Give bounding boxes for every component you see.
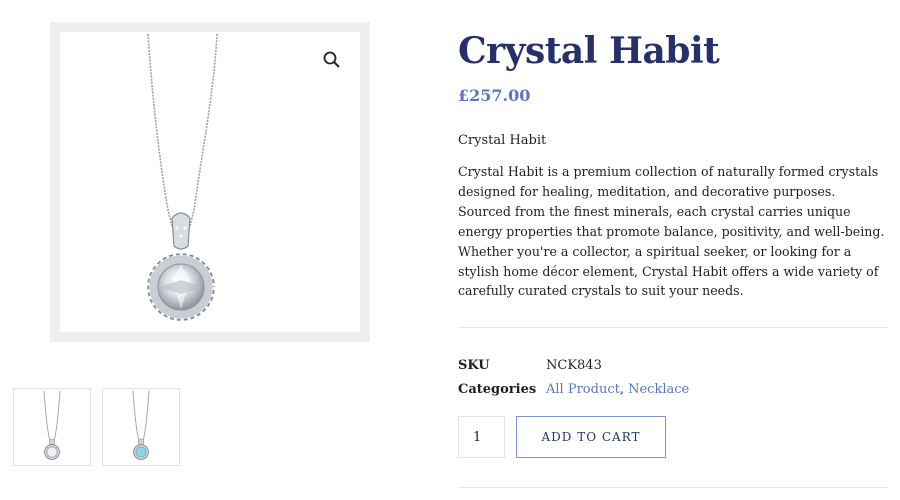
search-icon[interactable] (322, 50, 342, 70)
product-description: Crystal Habit is a premium collection of… (458, 164, 885, 299)
product-short-title: Crystal Habit (458, 133, 547, 148)
sku-value: NCK843 (546, 358, 602, 373)
pendant-necklace-image (146, 33, 218, 322)
quantity-input[interactable] (458, 416, 505, 458)
category-separator: , (619, 382, 629, 397)
add-to-cart-button[interactable]: ADD TO CART (516, 416, 666, 458)
categories-label: Categories (458, 382, 537, 397)
product-price: £257.00 (458, 86, 531, 105)
divider (458, 487, 888, 488)
categories-list: All Product, Necklace (546, 382, 689, 397)
divider (458, 327, 888, 328)
thumbnail-diamond-pendant[interactable] (13, 388, 91, 466)
product-title: Crystal Habit (458, 30, 720, 72)
sku-label: SKU (458, 358, 490, 373)
category-link-necklace[interactable]: Necklace (628, 382, 689, 397)
thumbnail-aquamarine-pendant[interactable] (102, 388, 180, 466)
product-image-frame (50, 22, 370, 342)
product-image[interactable] (60, 32, 360, 332)
category-link-all-product[interactable]: All Product (546, 382, 620, 397)
